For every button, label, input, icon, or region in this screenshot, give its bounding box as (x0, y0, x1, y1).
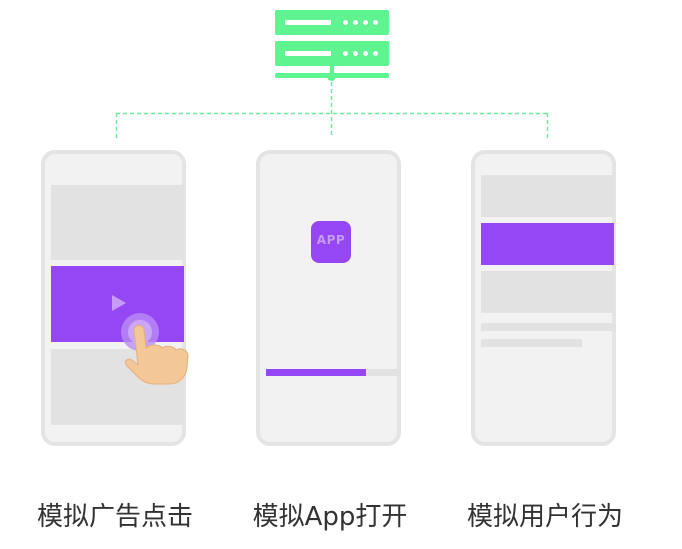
progress-fill (266, 369, 366, 376)
phone-app-open: APP (256, 150, 401, 446)
list-item[interactable] (481, 175, 614, 217)
app-icon-label: APP (316, 233, 346, 247)
hand-pointer-icon (121, 313, 189, 385)
phone-ad-click (41, 150, 189, 446)
text-line-short (481, 339, 582, 347)
phone-user-behavior (471, 150, 616, 446)
caption-app-open: 模拟App打开 (252, 502, 408, 532)
selected-list-item[interactable] (481, 223, 614, 265)
connector-lines (115, 82, 549, 140)
list-item[interactable] (481, 271, 614, 313)
caption-ad-click: 模拟广告点击 (36, 502, 193, 532)
progress-track (266, 369, 399, 376)
caption-user-behavior: 模拟用户行为 (466, 502, 623, 532)
text-line (481, 323, 614, 331)
placeholder-card (51, 185, 184, 260)
app-icon[interactable]: APP (311, 221, 351, 263)
